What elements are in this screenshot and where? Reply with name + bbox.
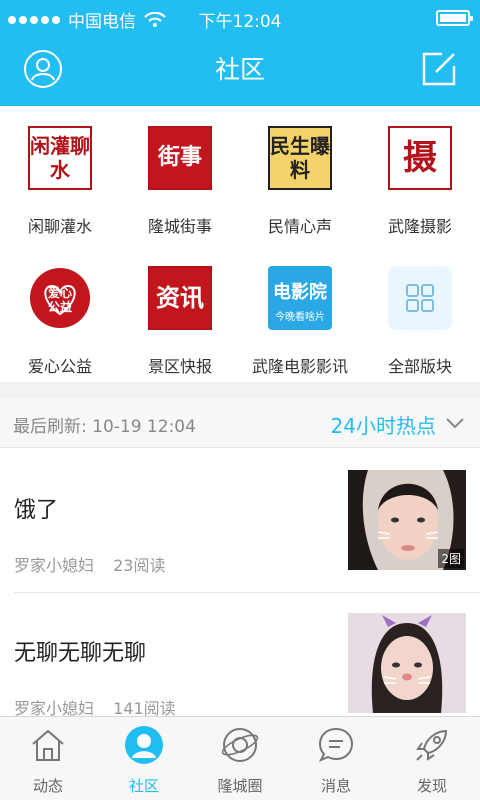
tab-label: 发现 [416,777,447,795]
board-movies[interactable]: 电影院 今晚看啥片 武隆电影影讯 [240,246,360,376]
post-meta: 罗家小媳妇 23阅读 [14,552,165,576]
grid-icon [388,266,452,330]
image-count-badge: 2图 [438,549,464,568]
tab-label: 消息 [320,777,351,795]
street-seal-icon: 街事 [148,126,212,190]
board-label: 民情心声 [267,217,332,236]
board-label: 隆城街事 [147,217,212,236]
post-thumbnail[interactable]: 2图 [348,470,466,570]
feed-post[interactable]: 饿了 罗家小媳妇 23阅读 2图 [0,448,480,592]
board-label: 武隆摄影 [387,217,452,236]
board-label: 武隆电影影讯 [251,357,348,376]
compose-icon[interactable] [418,48,460,90]
board-label: 全部版块 [387,357,452,376]
heart-icon: 爱心公益 [28,266,92,330]
tab-label: 社区 [128,777,159,795]
board-label: 景区快报 [147,357,212,376]
photo-seal-icon: 摄 [388,126,452,190]
tab-community[interactable]: 社区 [96,717,192,800]
community-icon [125,726,163,764]
tab-feed[interactable]: 动态 [0,717,96,800]
last-refresh-time: 最后刷新: 10-19 12:04 [13,417,196,437]
board-label: 闲聊灌水 [27,217,92,236]
post-thumbnail[interactable] [348,613,466,713]
board-public-voice[interactable]: 民生曝料 民情心声 [240,106,360,236]
post-author: 罗家小媳妇 [14,556,95,575]
message-icon [318,727,354,762]
tab-bar: 动态 社区 隆城圈 消息 发现 [0,716,480,800]
tab-label: 动态 [32,777,63,795]
board-charity[interactable]: 爱心公益 爱心公益 [0,246,120,376]
post-title: 饿了 [14,498,59,523]
tab-discover[interactable]: 发现 [384,717,480,800]
page-title: 社区 [214,55,265,84]
tab-label: 隆城圈 [217,777,263,795]
hot-filter-button[interactable]: 24小时热点 [331,410,436,439]
board-all[interactable]: 全部版块 [360,246,480,376]
planet-icon [221,728,259,762]
status-bar: 中国电信 下午12:04 [0,0,480,36]
post-title: 无聊无聊无聊 [14,641,147,666]
app-screen: 中国电信 下午12:04 社区 闲灌聊水 闲聊灌水 街事 隆城街事 民生曝料 民… [0,0,480,800]
rocket-icon [416,729,448,761]
voice-seal-icon: 民生曝料 [268,126,332,190]
home-icon [32,729,64,761]
section-divider [0,382,480,398]
clock: 下午12:04 [198,12,282,32]
board-scenic-news[interactable]: 资讯 景区快报 [120,246,240,376]
scenic-seal-icon: 资讯 [148,266,212,330]
board-photography[interactable]: 摄 武隆摄影 [360,106,480,236]
chevron-down-icon[interactable] [444,412,466,434]
top-header: 中国电信 下午12:04 社区 [0,0,480,106]
refresh-bar: 最后刷新: 10-19 12:04 24小时热点 [0,398,480,448]
tab-messages[interactable]: 消息 [288,717,384,800]
board-chat[interactable]: 闲灌聊水 闲聊灌水 [0,106,120,236]
tab-circle[interactable]: 隆城圈 [192,717,288,800]
chat-seal-icon: 闲灌聊水 [28,126,92,190]
board-street-news[interactable]: 街事 隆城街事 [120,106,240,236]
board-label: 爱心公益 [27,357,92,376]
cinema-icon: 电影院 今晚看啥片 [268,266,332,330]
board-grid: 闲灌聊水 闲聊灌水 街事 隆城街事 民生曝料 民情心声 摄 武隆摄影 爱心公益 … [0,106,480,382]
post-reads: 23阅读 [113,556,166,575]
battery-icon [436,10,473,26]
